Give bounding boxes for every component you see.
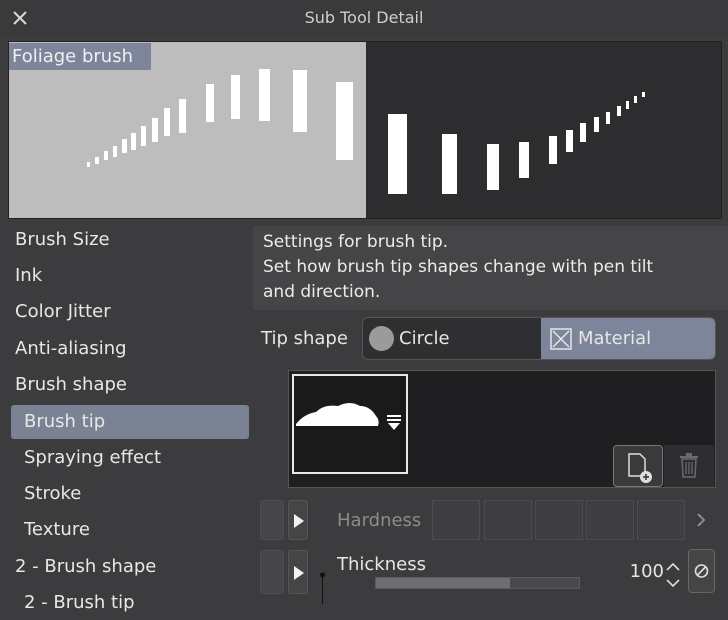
thickness-label: Thickness xyxy=(337,554,426,575)
thickness-spinner[interactable] xyxy=(664,558,682,592)
category-2-brush-shape[interactable]: 2 - Brush shape xyxy=(0,550,252,584)
preview-stroke-dark xyxy=(388,92,645,194)
chevron-right-icon xyxy=(697,513,706,527)
preview-label: Foliage brush xyxy=(9,43,151,70)
spin-up-icon[interactable] xyxy=(666,562,680,571)
window-title: Sub Tool Detail xyxy=(304,8,424,27)
tip-shape-circle-option[interactable]: Circle xyxy=(363,318,541,359)
trash-icon xyxy=(680,453,698,478)
tip-menu-icon[interactable] xyxy=(386,414,402,432)
material-tip-icon xyxy=(550,328,572,350)
expand-arrow-icon xyxy=(294,514,304,528)
hardness-option[interactable] xyxy=(432,500,480,540)
spin-down-icon[interactable] xyxy=(666,579,680,588)
description-line: Set how brush tip shapes change with pen… xyxy=(263,257,654,277)
hardness-option[interactable] xyxy=(637,500,685,540)
hardness-option[interactable] xyxy=(586,500,634,540)
close-icon xyxy=(13,11,27,25)
close-button[interactable] xyxy=(6,4,34,32)
hardness-next-button[interactable] xyxy=(688,500,714,540)
description-line: and direction. xyxy=(263,282,381,302)
preview-dark xyxy=(366,42,721,218)
category-color-jitter[interactable]: Color Jitter xyxy=(0,295,252,329)
hardness-label: Hardness xyxy=(337,510,422,531)
tip-shape-material-option[interactable]: Material xyxy=(541,318,715,359)
tip-shape-material-label: Material xyxy=(578,328,652,349)
hardness-expand-button[interactable] xyxy=(288,500,308,540)
description-line: Settings for brush tip. xyxy=(263,232,449,252)
tip-shape-toggle: Circle Material xyxy=(362,317,716,360)
add-tip-icon xyxy=(628,453,652,483)
category-brush-size[interactable]: Brush Size xyxy=(0,223,252,257)
category-texture[interactable]: Texture xyxy=(0,513,252,547)
thickness-value[interactable]: 100 xyxy=(628,560,664,584)
hardness-option[interactable] xyxy=(535,500,583,540)
hardness-option[interactable] xyxy=(484,500,532,540)
thickness-slider-fill xyxy=(376,578,510,588)
category-stroke[interactable]: Stroke xyxy=(0,477,252,511)
category-2-brush-tip[interactable]: 2 - Brush tip xyxy=(0,586,252,620)
category-brush-shape[interactable]: Brush shape xyxy=(0,368,252,402)
category-spraying-effect[interactable]: Spraying effect xyxy=(0,441,252,475)
tip-shape-circle-label: Circle xyxy=(399,328,450,349)
circle-tip-icon xyxy=(369,326,394,351)
add-tip-button[interactable] xyxy=(613,445,663,487)
thickness-expand-button[interactable] xyxy=(288,550,308,594)
hardness-lock-toggle[interactable] xyxy=(260,500,284,540)
expand-arrow-icon xyxy=(294,566,304,580)
description-panel: Settings for brush tip. Set how brush ti… xyxy=(253,226,728,310)
tip-shape-label: Tip shape xyxy=(261,328,348,349)
category-brush-tip[interactable]: Brush tip xyxy=(11,405,249,439)
delete-tip-button[interactable] xyxy=(664,445,714,487)
category-ink[interactable]: Ink xyxy=(0,259,252,293)
brush-tip-thumbnail[interactable] xyxy=(292,374,408,474)
reset-icon xyxy=(694,564,709,578)
thickness-reset-button[interactable] xyxy=(688,549,715,593)
category-anti-aliasing[interactable]: Anti-aliasing xyxy=(0,332,252,366)
thickness-lock-toggle[interactable] xyxy=(260,550,284,594)
thickness-graph-marker xyxy=(320,572,325,604)
